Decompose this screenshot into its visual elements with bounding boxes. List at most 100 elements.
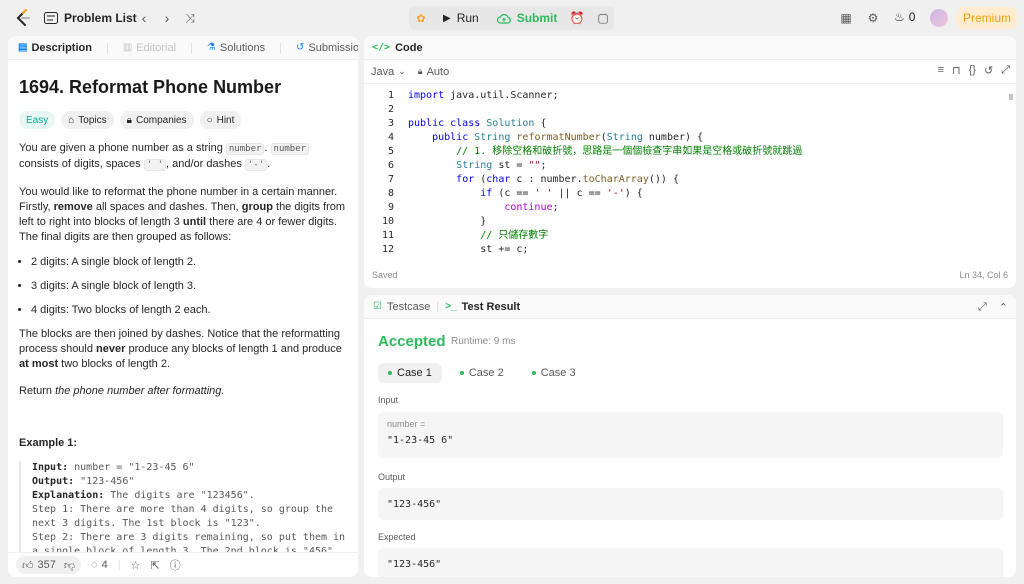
result-tabs: ☑ Testcase | >_ Test Result [364,295,1016,319]
tab-solutions-label: Solutions [219,41,266,54]
divider: | [190,41,193,54]
like-count: 357 [37,559,56,571]
grouping-rules-list: 2 digits: A single block of length 2. 3 … [19,255,347,318]
code-text: // 1. 移除空格和破折號，思路是一個個檢查字串如果是空格或破折號就跳過 [408,146,803,157]
run-button[interactable]: ▶ Run [433,6,489,30]
code-text: public class Solution { [408,118,547,129]
line-number: 2 [387,104,394,115]
bookmark-icon[interactable]: ⊓ [952,64,961,77]
reset-icon[interactable]: ↺ [984,64,993,77]
fullscreen-icon[interactable]: ⤢ [1001,64,1010,77]
line-number: 5 [387,146,394,157]
tab-solutions[interactable]: ⚗ Solutions [207,42,265,54]
example-box: Input: number = "1-23-45 6" Output: "123… [19,461,347,559]
braces-icon[interactable]: {} [969,64,976,77]
tab-test-result[interactable]: >_ Test Result [445,301,520,313]
star-icon[interactable]: ☆ [131,559,141,572]
tab-case-3[interactable]: Case 3 [522,363,586,383]
label: Input: [32,462,69,473]
code-text: import java.util.Scanner; [408,90,559,101]
tab-testcase[interactable]: ☑ Testcase [373,301,430,313]
help-icon[interactable]: ⓘ [170,557,181,573]
top-bar: Problem List ‹ › ⤨ ✿ ▶ Run Submit ⏰ ▢ ▦ … [0,0,1024,36]
tab-editorial[interactable]: ▥ Editorial [123,42,176,54]
comments-button[interactable]: ◌ 4 [91,559,108,571]
divider: | [105,41,109,54]
line-number: 1 [387,90,394,101]
tab-testcase-label: Testcase [386,300,431,313]
lock-icon: 🔒︎ [126,114,132,126]
line-number: 9 [387,202,394,213]
list-item: 3 digits: A single block of length 3. [31,279,347,294]
avatar[interactable] [930,9,948,27]
difficulty-badge: Easy [19,111,56,129]
next-problem-icon[interactable]: › [159,10,175,26]
code-editor[interactable]: 1 import java.util.Scanner; 2 3 public cla… [364,88,1016,258]
alarm-icon[interactable]: ⏰ [566,7,588,29]
share-icon[interactable]: ⇱ [150,559,159,572]
italic-text: the phone number after formatting. [55,385,225,397]
example-line: Step 1: There are more than 4 digits, so… [32,504,334,515]
note-icon[interactable]: ▢ [592,7,614,29]
line-number: 3 [387,118,394,129]
language-select[interactable]: Java ⌄ [371,66,406,78]
cursor-position: Ln 34, Col 6 [959,270,1008,280]
hint-tag[interactable]: ○ Hint [199,111,242,129]
line-number: 11 [381,230,394,241]
bold-text: group [241,201,273,213]
leetcode-logo[interactable] [14,9,32,27]
status-label: Accepted [378,333,446,350]
history-icon: ↺ [295,42,305,53]
flask-icon: ⚗ [206,42,216,53]
problem-list-button[interactable]: Problem List [44,11,137,25]
debug-icon[interactable]: ✿ [409,6,433,30]
layout-icon[interactable]: ▦ [835,7,857,29]
expected-box[interactable]: "123-456" [378,548,1003,577]
code-text: for (char c : number.toCharArray()) { [456,174,679,185]
example-line: Output: "123-456" [32,475,347,489]
divider: | [117,559,121,571]
line-number: 7 [387,174,394,185]
shuffle-icon[interactable]: ⤨ [182,10,198,26]
like-button[interactable]: 👍︎ 357 👎︎ [16,556,82,574]
case-label: Case 1 [397,367,432,379]
tab-case-1[interactable]: Case 1 [378,363,442,383]
tab-description[interactable]: ▤ Description [18,42,92,54]
tab-editorial-label: Editorial [136,41,177,54]
fire-icon: ♨ [894,10,905,24]
code-line: 6 String st = ""; [364,159,547,173]
example-line: Step 2: There are 3 digits remaining, so… [32,532,346,543]
tag-icon: ⌂ [68,114,75,126]
checkbox-icon: ☑ [373,301,382,312]
streak-counter[interactable]: ♨ 0 [894,10,915,24]
tab-case-2[interactable]: Case 2 [450,363,514,383]
autocomplete-toggle[interactable]: 🔒︎ Auto [418,66,449,78]
bold-text: at most [19,358,59,370]
settings-gear-icon[interactable]: ⚙ [862,7,884,29]
format-icon[interactable]: ≡ [938,64,944,77]
code-text: st += c; [408,244,529,255]
problem-title[interactable]: 1694. Reformat Phone Number [19,77,347,98]
prev-problem-icon[interactable]: ‹ [136,10,152,26]
premium-button[interactable]: Premium [957,7,1017,29]
scrollbar[interactable] [1009,94,1013,100]
companies-tag[interactable]: 🔒︎ Companies [119,111,194,129]
editor-actions: ≡ ⊓ {} ↺ ⤢ [938,64,1010,77]
topics-tag[interactable]: ⌂ Topics [61,111,114,129]
divider: | [279,41,282,54]
code-text: if (c == ' ' || c == '-') { [480,188,643,199]
submit-button[interactable]: Submit [489,6,566,30]
code-text: continue; [504,202,559,213]
tab-submissions[interactable]: ↺ Submissions [296,42,358,54]
fullscreen-icon[interactable]: ⤢ [978,301,987,314]
list-item: 4 digits: Two blocks of length 2 each. [31,303,347,318]
thumbs-down-icon[interactable]: 👎︎ [64,559,75,572]
example-line: next 3 digits. The 1st block is "123". [32,518,261,529]
input-box[interactable]: number = "1-23-45 6" [378,412,1003,458]
problem-paragraph-4: Return the phone number after formatting… [19,384,347,399]
mode-label: Auto [426,65,450,78]
output-box[interactable]: "123-456" [378,488,1003,520]
description-content: 1694. Reformat Phone Number Easy ⌂ Topic… [8,77,358,559]
collapse-icon[interactable]: ⌃ [999,301,1008,314]
code-line: 1 import java.util.Scanner; [364,89,559,103]
